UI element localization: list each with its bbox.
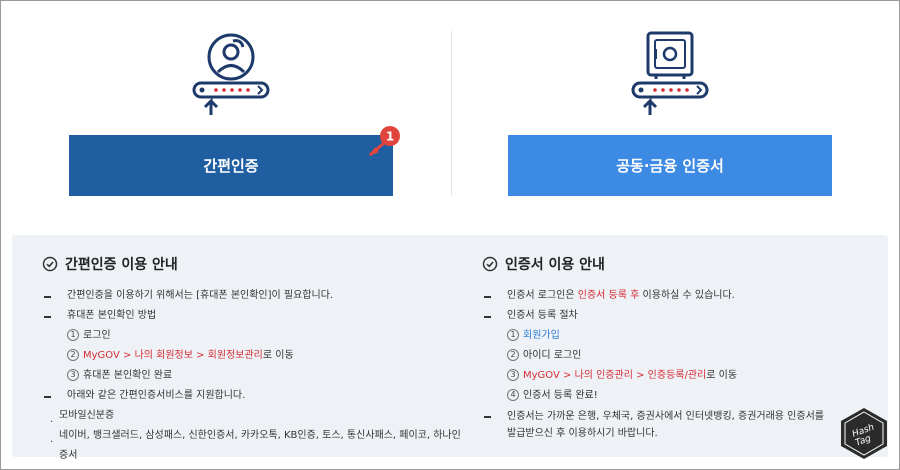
step-marker-number: 1 [386,130,394,144]
joint-cert-button-label: 공동·금융 인증서 [616,157,724,175]
step-item: 3 MyGOV > 나의 인증관리 > 인증등록/관리로 이동 [482,366,882,386]
step-item: 3 휴대폰 본인확인 완료 [42,366,462,386]
column-divider [451,31,452,196]
check-circle-icon [42,256,58,272]
step-item: 2 MyGOV > 나의 회원정보 > 회원정보관리로 이동 [42,346,462,366]
safe-cert-icon [631,31,709,115]
list-item: 간편인증을 이용하기 위해서는 [휴대폰 본인확인]이 필요합니다. [42,286,462,306]
step-item: 1 로그인 [42,326,462,346]
easy-auth-guide-title: 간편인증 이용 안내 [42,253,462,275]
hashtag-logo-icon: Hash Tag [841,408,887,459]
easy-auth-button[interactable]: 간편인증 [69,135,393,196]
step-marker-icon: 1 [369,126,400,157]
easy-auth-guide: 간편인증 이용 안내 간편인증을 이용하기 위해서는 [휴대폰 본인확인]이 필… [42,253,462,466]
cert-guide-list: 인증서 로그인은 인증서 등록 후 이용하실 수 있습니다. 인증서 등록 절차… [482,286,882,442]
list-item: 아래와 같은 간편인증서비스를 지원합니다. [42,386,462,406]
list-item: 인증서 등록 절차 [482,306,882,326]
cert-guide-title: 인증서 이용 안내 [482,253,882,275]
user-auth-icon [192,33,270,115]
easy-auth-guide-list: 간편인증을 이용하기 위해서는 [휴대폰 본인확인]이 필요합니다. 휴대폰 본… [42,286,462,466]
list-item: 인증서는 가까운 은행, 우체국, 증권사에서 인터넷뱅킹, 증권거래용 인증서… [482,406,882,442]
joint-cert-button[interactable]: 공동·금융 인증서 [508,135,832,196]
service-bullet: · 모바일신분증 [50,410,115,428]
usage-guide-panel: 간편인증 이용 안내 간편인증을 이용하기 위해서는 [휴대폰 본인확인]이 필… [12,235,888,461]
step-item: 4 인증서 등록 완료! [482,386,882,406]
service-bullet: · 네이버, 뱅크샐러드, 삼성패스, 신한인증서, 카카오톡, KB인증, 토스… [50,430,461,461]
step-item: 2 아이디 로그인 [482,346,882,366]
list-item: 인증서 로그인은 인증서 등록 후 이용하실 수 있습니다. [482,286,882,306]
step-item: 1 회원가입 [482,326,882,346]
cert-guide: 인증서 이용 안내 인증서 로그인은 인증서 등록 후 이용하실 수 있습니다.… [482,253,882,442]
signup-link[interactable]: 회원가입 [523,330,560,341]
list-item: 휴대폰 본인확인 방법 [42,306,462,326]
check-circle-icon [482,256,498,272]
easy-auth-button-label: 간편인증 [203,157,259,175]
